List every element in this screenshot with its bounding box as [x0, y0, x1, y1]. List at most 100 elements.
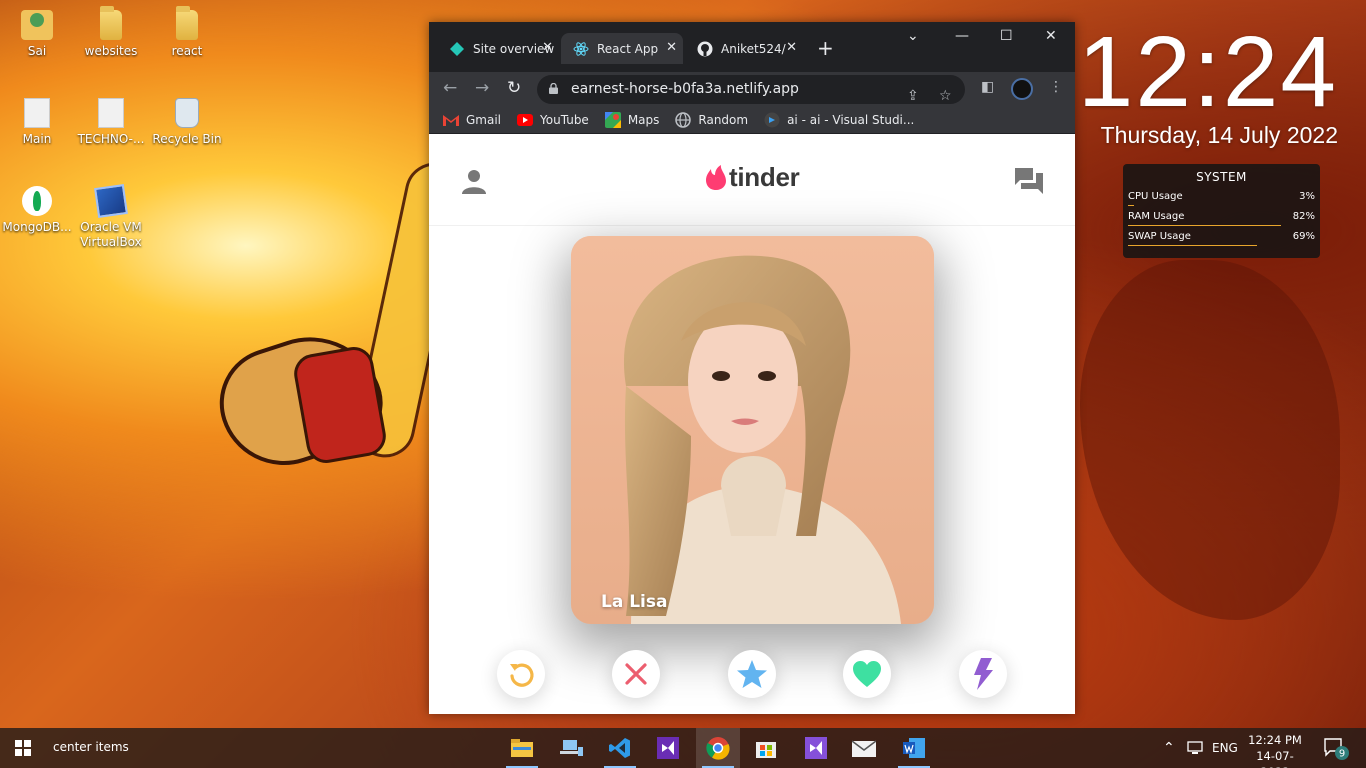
tab-search-chevron-icon[interactable]: ⌄	[907, 28, 919, 44]
clock-date: Thursday, 14 July 2022	[1100, 122, 1338, 148]
bookmark-star-icon[interactable]: ☆	[939, 82, 952, 111]
visual-studio-preview-button[interactable]	[794, 728, 838, 768]
cpu-usage-row: CPU Usage 3%	[1128, 191, 1315, 211]
file-explorer-button[interactable]	[500, 728, 544, 768]
tray-network-icon[interactable]	[1186, 728, 1204, 768]
recycle-bin-icon	[175, 98, 199, 128]
microsoft-store-button[interactable]	[744, 728, 788, 768]
boost-button[interactable]	[959, 650, 1007, 698]
wallpaper-shadow	[1080, 260, 1340, 620]
tab-react-app[interactable]: React App ✕	[561, 33, 683, 64]
bookmark-visual-studio[interactable]: ai - ai - Visual Studi...	[764, 112, 914, 128]
maximize-icon[interactable]: ☐	[1000, 28, 1013, 44]
side-panel-icon[interactable]: ◧	[981, 79, 994, 95]
back-arrow-icon[interactable]: ←	[443, 78, 457, 98]
bookmark-youtube[interactable]: YouTube	[517, 113, 589, 127]
profile-card[interactable]: La Lisa	[571, 236, 934, 624]
super-like-button[interactable]	[728, 650, 776, 698]
wallpaper-wrist	[291, 343, 389, 467]
mongodb-icon	[22, 186, 52, 216]
vscode-icon	[764, 112, 780, 127]
heart-icon	[853, 661, 881, 687]
notification-center-button[interactable]: 9	[1324, 737, 1350, 765]
lightning-icon	[974, 658, 993, 690]
nope-button[interactable]	[612, 650, 660, 698]
forward-arrow-icon[interactable]: →	[475, 78, 489, 98]
document-icon	[98, 98, 124, 128]
folder-icon	[176, 6, 198, 40]
vscode-button[interactable]	[598, 728, 642, 768]
folder-icon	[100, 6, 122, 40]
desktop-icon-websites[interactable]: websites	[74, 6, 148, 59]
reload-icon[interactable]: ↻	[507, 78, 521, 98]
close-window-icon[interactable]: ✕	[1045, 28, 1057, 44]
close-tab-icon[interactable]: ✕	[786, 40, 797, 55]
desktop-icon-sai[interactable]: Sai	[0, 10, 74, 59]
ethernet-icon	[1187, 741, 1203, 754]
lock-icon	[549, 83, 558, 94]
rewind-icon	[510, 663, 534, 687]
desktop-icon-virtualbox[interactable]: Oracle VM VirtualBox	[74, 184, 148, 250]
word-button[interactable]	[892, 728, 936, 768]
chrome-button[interactable]	[696, 728, 740, 768]
tab-strip: Site overview ✕ React App ✕ Aniket524/ ✕…	[429, 22, 1075, 72]
language-indicator[interactable]: ENG	[1212, 728, 1238, 768]
close-tab-icon[interactable]: ✕	[542, 40, 553, 55]
person-icon[interactable]	[461, 168, 487, 194]
desktop-icon-recycle-bin[interactable]: Recycle Bin	[150, 98, 224, 147]
tinder-logo: tinder	[705, 162, 800, 193]
desktop-icon-react[interactable]: react	[150, 6, 224, 59]
cpu-usage-bar	[1128, 205, 1134, 206]
tab-github[interactable]: Aniket524/ ✕	[685, 33, 803, 64]
word-icon	[903, 738, 925, 758]
new-tab-button[interactable]: +	[817, 36, 834, 60]
bookmark-gmail[interactable]: Gmail	[443, 113, 501, 127]
close-tab-icon[interactable]: ✕	[666, 40, 677, 55]
menu-kebab-icon[interactable]: ⋮	[1049, 79, 1063, 95]
minimize-icon[interactable]: —	[955, 28, 969, 44]
ram-usage-row: RAM Usage 82%	[1128, 211, 1315, 231]
close-x-icon	[625, 663, 647, 685]
desktop-icon-mongodb[interactable]: MongoDB...	[0, 186, 74, 235]
desktop-icon-techno[interactable]: TECHNO-...	[74, 98, 148, 147]
bookmark-maps[interactable]: Maps	[604, 111, 659, 128]
taskbar: center items ⌃ ENG 12:24 PM 14-07-2022	[0, 728, 1366, 768]
netlify-icon	[450, 41, 464, 56]
visual-studio-icon	[657, 737, 679, 759]
globe-icon	[675, 111, 692, 128]
virtualbox-icon	[94, 184, 128, 218]
bookmark-random[interactable]: Random	[675, 111, 748, 128]
rewind-button[interactable]	[497, 650, 545, 698]
share-icon[interactable]: ⇪	[907, 82, 919, 111]
file-explorer-icon	[511, 739, 533, 757]
windows-start-icon[interactable]	[15, 740, 31, 756]
like-button[interactable]	[843, 650, 891, 698]
tray-chevron-up-icon[interactable]: ⌃	[1163, 728, 1175, 768]
visual-studio-button[interactable]	[646, 728, 690, 768]
visual-studio-icon	[805, 737, 827, 759]
notification-icon: 9	[1324, 738, 1349, 760]
system-monitor-title: SYSTEM	[1196, 170, 1247, 184]
ram-usage-bar	[1128, 225, 1282, 226]
address-bar[interactable]: earnest-horse-b0fa3a.netlify.app ⇪ ☆	[537, 75, 965, 104]
swap-usage-row: SWAP Usage 69%	[1128, 231, 1315, 251]
this-pc-button[interactable]	[550, 728, 594, 768]
profile-avatar[interactable]	[1011, 78, 1033, 100]
star-icon	[737, 660, 767, 688]
tab-site-overview[interactable]: Site overview ✕	[437, 33, 559, 64]
clock-time: 12:24	[1077, 16, 1338, 128]
flame-icon	[706, 164, 726, 190]
document-icon	[24, 98, 50, 128]
maps-icon	[604, 111, 621, 128]
wallpaper-fist	[205, 318, 395, 482]
mail-button[interactable]	[842, 728, 886, 768]
browser-window: Site overview ✕ React App ✕ Aniket524/ ✕…	[429, 22, 1075, 714]
gmail-icon	[443, 114, 459, 126]
desktop-icon-main[interactable]: Main	[0, 98, 74, 147]
desktop-clock-widget: 12:24 Thursday, 14 July 2022	[1078, 22, 1338, 149]
react-icon	[573, 41, 589, 56]
chat-icon[interactable]	[1013, 166, 1045, 196]
taskbar-clock[interactable]: 12:24 PM 14-07-2022	[1246, 732, 1304, 768]
browser-toolbar: ← → ↻ earnest-horse-b0fa3a.netlify.app ⇪…	[429, 72, 1075, 106]
notification-count: 9	[1339, 749, 1345, 760]
